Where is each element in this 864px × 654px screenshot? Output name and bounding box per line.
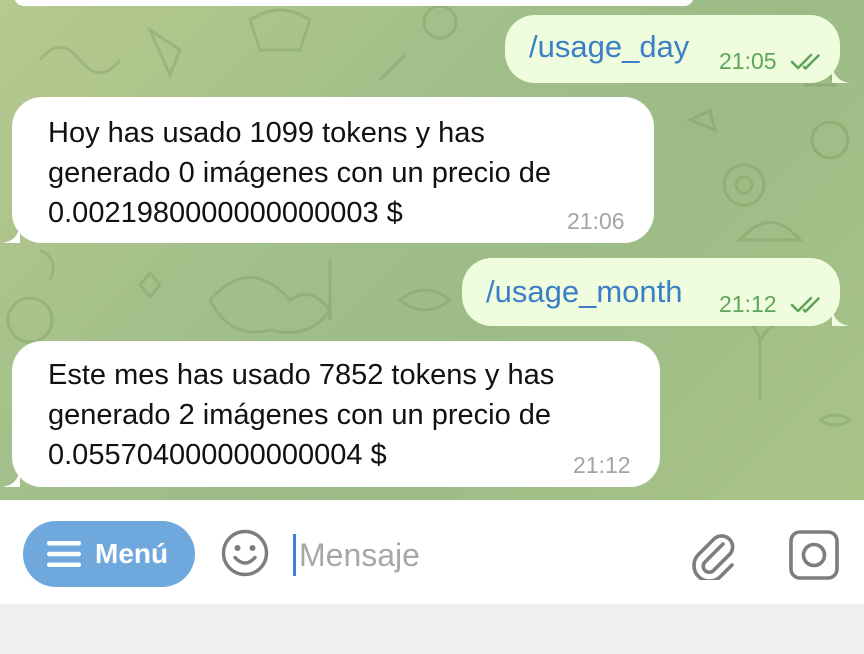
camera-icon[interactable] [788,530,840,580]
bubble-tail [2,225,20,243]
bubble-tail [832,308,850,326]
chat-area[interactable]: /usage_day 21:05 Hoy has usado 1099 toke… [0,0,864,500]
menu-button-label: Menú [95,538,169,569]
hamburger-icon [47,541,81,567]
message-time: 21:12 [719,291,777,317]
text-cursor [293,534,296,576]
incoming-message[interactable]: Este mes has usado 7852 tokens y has gen… [2,341,660,487]
outgoing-message[interactable]: /usage_day 21:05 [505,15,850,83]
incoming-message[interactable]: Hoy has usado 1099 tokens y has generado… [2,97,654,243]
command-link[interactable]: /usage_day [529,29,689,65]
bubble-tail [2,469,20,487]
double-check-icon [790,53,820,70]
telegram-chat-screen: /usage_day 21:05 Hoy has usado 1099 toke… [0,0,864,654]
smiley-icon[interactable] [220,528,270,578]
message-time: 21:05 [719,48,777,74]
system-bottom-area [0,604,864,654]
paperclip-icon[interactable] [690,528,738,580]
message-composer: Menú [0,500,864,604]
message-time: 21:06 [567,208,625,234]
message-text: Hoy has usado 1099 tokens y has generado… [48,117,552,229]
outgoing-message[interactable]: /usage_month 21:12 [462,258,850,326]
bubble-tail [832,65,850,83]
message-time: 21:12 [573,452,631,478]
double-check-icon [790,296,820,313]
message-input[interactable] [299,530,669,580]
message-text: Este mes has usado 7852 tokens y has gen… [48,359,555,471]
command-link[interactable]: /usage_month [486,274,682,310]
menu-button[interactable]: Menú [23,521,195,587]
previous-message-edge [14,0,694,6]
